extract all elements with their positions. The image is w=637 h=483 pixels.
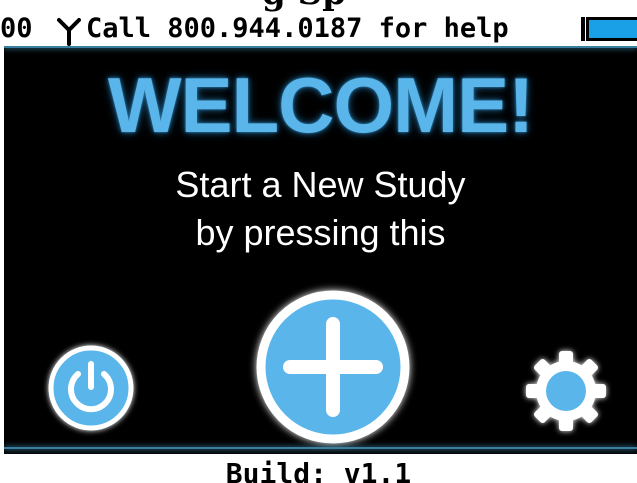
footer-bar: Build: v1.1: [0, 454, 637, 483]
power-icon: [48, 345, 134, 431]
instruction-text: Start a New Study by pressing this: [4, 161, 637, 257]
power-button[interactable]: [42, 339, 140, 437]
main-screen: WELCOME! Start a New Study by pressing t…: [4, 46, 637, 454]
settings-button[interactable]: [520, 345, 612, 437]
status-bar: g Sp 00 Call 800.944.0187 for help: [0, 0, 637, 46]
build-version: Build: v1.1: [225, 457, 412, 483]
welcome-title: WELCOME!: [107, 61, 534, 149]
plus-icon: [256, 290, 410, 444]
instruction-line-1: Start a New Study: [175, 164, 466, 205]
help-phone-text: Call 800.944.0187 for help: [86, 13, 509, 44]
signal-strength-text: 00: [0, 13, 33, 44]
bottom-divider: [4, 447, 637, 449]
instruction-line-2: by pressing this: [195, 212, 446, 253]
new-study-button[interactable]: [248, 282, 418, 452]
top-divider: [4, 46, 637, 48]
antenna-signal-icon: [54, 16, 84, 46]
gear-icon: [526, 351, 606, 431]
device-display: g Sp 00 Call 800.944.0187 for help WELCO…: [0, 0, 637, 483]
battery-full-icon: [580, 16, 637, 42]
